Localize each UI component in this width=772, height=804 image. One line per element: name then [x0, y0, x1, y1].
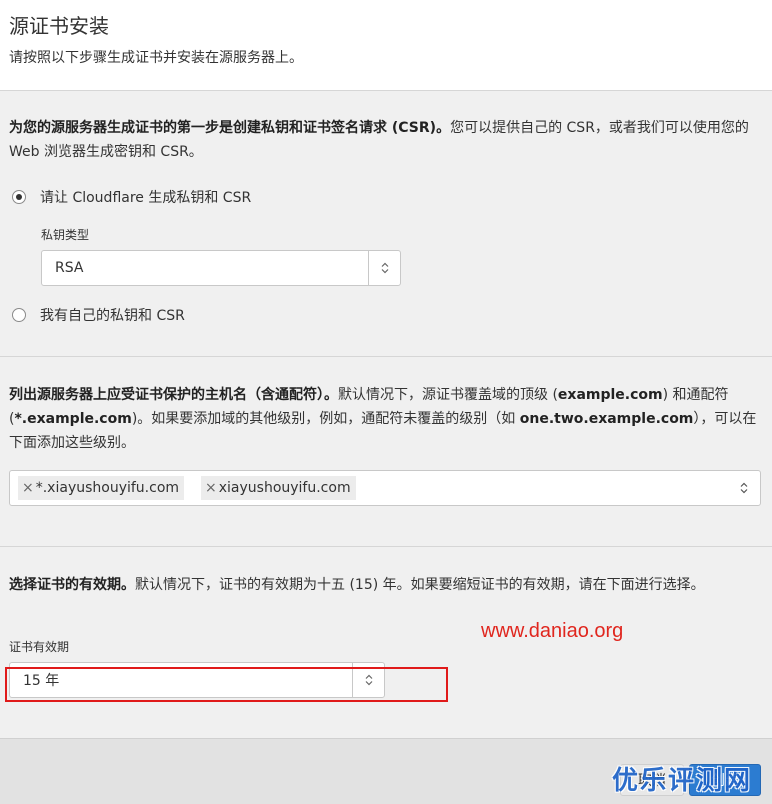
highlight-box — [5, 667, 448, 702]
hostname-tag[interactable]: × *.xiayushouyifu.com — [18, 476, 185, 500]
page-subtitle: 请按照以下步骤生成证书并安装在源服务器上。 — [9, 50, 303, 66]
select-arrow[interactable] — [734, 471, 754, 505]
site-logo-watermark: 优乐评测网 — [612, 766, 753, 796]
page-header: 源证书安装 请按照以下步骤生成证书并安装在源服务器上。 — [0, 0, 772, 90]
select-arrow[interactable] — [368, 251, 400, 285]
watermark-text: www.daniao.org — [481, 620, 624, 642]
example-apex: example.com — [557, 387, 663, 403]
radio-checked-icon[interactable] — [12, 190, 26, 204]
intro-bold-text: 为您的源服务器生成证书的第一步是创建私钥和证书签名请求 (CSR)。 — [9, 120, 451, 136]
example-wildcard: *.example.com — [14, 411, 132, 427]
key-type-value: RSA — [55, 260, 84, 276]
hostnames-bold-text: 列出源服务器上应受证书保护的主机名（含通配符）。 — [9, 387, 338, 403]
hostnames-text-1: 默认情况下，源证书覆盖域的顶级 ( — [338, 387, 558, 403]
radio-option-cloudflare[interactable]: 请让 Cloudflare 生成私钥和 CSR — [12, 187, 251, 207]
hostnames-input[interactable]: × *.xiayushouyifu.com × xiayushouyifu.com — [9, 470, 761, 506]
sort-arrows-icon — [381, 262, 388, 274]
radio-unchecked-icon[interactable] — [12, 308, 26, 322]
validity-text: 默认情况下，证书的有效期为十五 (15) 年。如果要缩短证书的有效期，请在下面进… — [135, 577, 705, 593]
key-type-select[interactable]: RSA — [41, 250, 401, 286]
sort-arrows-icon — [740, 482, 748, 494]
remove-tag-icon[interactable]: × — [22, 480, 34, 496]
radio-option-cloudflare-label: 请让 Cloudflare 生成私钥和 CSR — [40, 190, 252, 206]
section-private-key-intro: 为您的源服务器生成证书的第一步是创建私钥和证书签名请求 (CSR)。您可以提供自… — [9, 116, 759, 164]
section-hostnames-intro: 列出源服务器上应受证书保护的主机名（含通配符）。默认情况下，源证书覆盖域的顶级 … — [9, 383, 759, 455]
validity-label: 证书有效期 — [9, 640, 70, 654]
page-title: 源证书安装 — [9, 14, 109, 38]
hostname-tag[interactable]: × xiayushouyifu.com — [201, 476, 356, 500]
remove-tag-icon[interactable]: × — [205, 480, 217, 496]
radio-option-own-label: 我有自己的私钥和 CSR — [40, 308, 185, 324]
hostname-tag-label: xiayushouyifu.com — [218, 480, 351, 496]
example-deep: one.two.example.com — [519, 411, 694, 427]
hostname-tag-label: *.xiayushouyifu.com — [35, 480, 180, 496]
section-validity-intro: 选择证书的有效期。默认情况下，证书的有效期为十五 (15) 年。如果要缩短证书的… — [9, 573, 759, 597]
key-type-label: 私钥类型 — [41, 228, 90, 242]
radio-option-own[interactable]: 我有自己的私钥和 CSR — [12, 305, 185, 325]
hostnames-text-3: )。如果要添加域的其他级别，例如，通配符未覆盖的级别（如 — [131, 411, 520, 427]
validity-bold-text: 选择证书的有效期。 — [9, 577, 135, 593]
